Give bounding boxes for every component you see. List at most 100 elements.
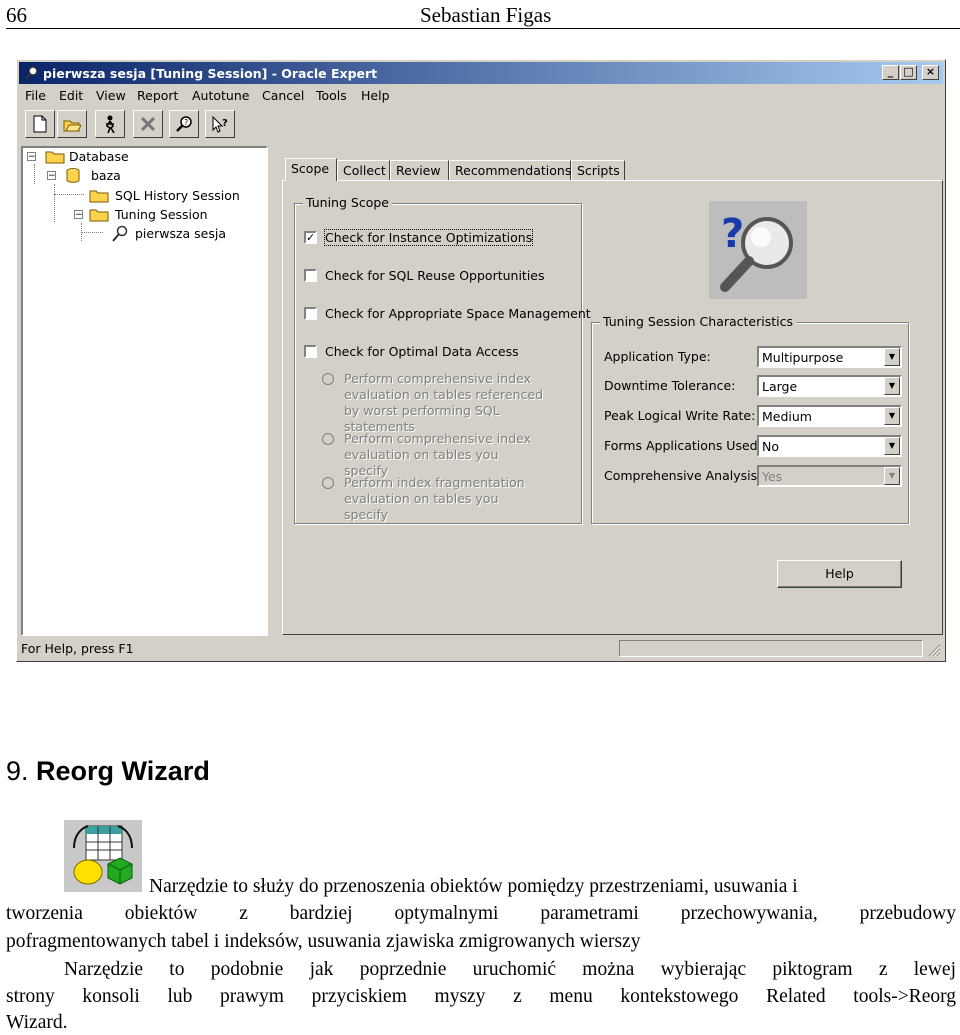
select-value: Yes — [762, 469, 783, 484]
reorg-wizard-icon — [64, 820, 142, 892]
database-icon — [66, 168, 80, 183]
body-line-6: Wizard. — [6, 1012, 68, 1033]
radio-label: Perform comprehensive index evaluation o… — [344, 431, 532, 478]
run-icon — [105, 115, 115, 133]
open-button[interactable] — [57, 110, 87, 138]
tab-collect[interactable]: Collect — [337, 160, 390, 180]
peak-write-rate-select[interactable]: Medium ▼ — [757, 405, 902, 427]
find-icon: ? — [176, 116, 192, 132]
context-help-icon: ? — [212, 115, 228, 133]
tree-item-sql-history[interactable]: SQL History Session — [89, 187, 269, 205]
tree-item-database[interactable]: − Database — [25, 148, 225, 166]
magnifier-icon: ? — [709, 201, 807, 299]
menu-view[interactable]: View — [96, 88, 126, 103]
menu-cancel[interactable]: Cancel — [262, 88, 304, 103]
page-number: 66 — [6, 3, 27, 27]
check-instance-optimizations[interactable]: ✓ Check for Instance Optimizations — [304, 229, 574, 247]
folder-icon — [89, 209, 109, 222]
radio-icon[interactable] — [322, 373, 334, 385]
scope-panel: Tuning Scope ✓ Check for Instance Optimi… — [282, 180, 943, 635]
object-tree[interactable]: − Database − baza SQL History Session − … — [21, 146, 268, 636]
tree-label: baza — [91, 168, 121, 183]
new-icon — [33, 115, 47, 133]
checkbox-icon[interactable] — [304, 307, 317, 320]
status-bar: For Help, press F1 — [19, 639, 943, 659]
run-button[interactable] — [95, 110, 125, 138]
select-value: Multipurpose — [762, 350, 844, 365]
folder-icon — [45, 151, 65, 164]
title-bar: pierwsza sesja [Tuning Session] - Oracle… — [19, 62, 943, 84]
tree-item-tuning-session[interactable]: − Tuning Session — [72, 206, 262, 224]
tree-label: pierwsza sesja — [135, 226, 227, 241]
delete-button[interactable] — [133, 110, 163, 138]
resize-grip-icon[interactable] — [927, 643, 941, 657]
status-text: For Help, press F1 — [21, 641, 134, 656]
window-title: pierwsza sesja [Tuning Session] - Oracle… — [43, 66, 378, 81]
checkbox-icon[interactable] — [304, 345, 317, 358]
find-button[interactable]: ? — [169, 110, 199, 138]
minimize-button[interactable]: _ — [882, 65, 899, 80]
checkbox-checked-icon[interactable]: ✓ — [304, 231, 317, 244]
menu-autotune[interactable]: Autotune — [192, 88, 249, 103]
chevron-down-icon: ▼ — [884, 467, 900, 485]
body-line-2: tworzenia obiektów z bardziej optymalnym… — [6, 903, 956, 924]
radio-index-fragmentation[interactable]: Perform index fragmentation evaluation o… — [322, 475, 572, 522]
chevron-down-icon[interactable]: ▼ — [884, 407, 900, 425]
tab-scope[interactable]: Scope — [285, 158, 337, 181]
menu-file[interactable]: File — [25, 88, 46, 103]
menu-help[interactable]: Help — [361, 88, 390, 103]
collapse-icon[interactable]: − — [47, 171, 56, 181]
collapse-icon[interactable]: − — [27, 152, 36, 162]
tab-scripts[interactable]: Scripts — [571, 160, 625, 180]
radio-icon[interactable] — [322, 433, 334, 445]
app-magnifier-icon — [25, 66, 38, 80]
check-space-management[interactable]: Check for Appropriate Space Management — [304, 305, 591, 323]
characteristics-title: Tuning Session Characteristics — [600, 314, 797, 329]
page-author: Sebastian Figas — [420, 3, 552, 27]
context-help-button[interactable]: ? — [205, 110, 235, 138]
maximize-button[interactable]: □ — [900, 65, 917, 80]
page-header: 66 Sebastian Figas — [6, 2, 960, 29]
check-sql-reuse[interactable]: Check for SQL Reuse Opportunities — [304, 267, 574, 285]
delete-icon — [140, 116, 156, 132]
help-button[interactable]: Help — [777, 560, 902, 588]
comprehensive-analysis-select: Yes ▼ — [757, 465, 902, 487]
tree-item-baza[interactable]: − baza — [45, 167, 245, 185]
checkbox-icon[interactable] — [304, 269, 317, 282]
checkbox-label: Check for SQL Reuse Opportunities — [325, 268, 545, 283]
section-heading: 9. Reorg Wizard — [6, 756, 210, 787]
radio-icon[interactable] — [322, 477, 334, 489]
check-optimal-data-access[interactable]: Check for Optimal Data Access — [304, 343, 574, 361]
svg-text:?: ? — [222, 118, 228, 129]
menu-report[interactable]: Report — [137, 88, 178, 103]
folder-icon — [89, 190, 109, 203]
tree-item-pierwsza-sesja[interactable]: pierwsza sesja — [111, 225, 261, 243]
status-panel — [619, 640, 923, 657]
magnifier-icon — [112, 225, 128, 242]
chevron-down-icon[interactable]: ▼ — [884, 437, 900, 455]
menu-tools[interactable]: Tools — [316, 88, 347, 103]
checkbox-label: Check for Instance Optimizations — [323, 229, 534, 246]
radio-label: Perform index fragmentation evaluation o… — [344, 475, 525, 522]
chevron-down-icon[interactable]: ▼ — [884, 348, 900, 366]
select-value: Medium — [762, 409, 812, 424]
application-type-select[interactable]: Multipurpose ▼ — [757, 346, 902, 368]
close-button[interactable]: × — [922, 65, 939, 80]
tab-recommendations[interactable]: Recommendations — [449, 160, 571, 180]
radio-worst-sql[interactable]: Perform comprehensive index evaluation o… — [322, 371, 572, 434]
application-type-row: Application Type: Multipurpose ▼ — [604, 346, 904, 368]
body-line-5: strony konsoli lub prawym przyciskiem my… — [6, 986, 956, 1007]
downtime-tolerance-select[interactable]: Large ▼ — [757, 375, 902, 397]
menu-edit[interactable]: Edit — [59, 88, 83, 103]
tuning-scope-group: Tuning Scope ✓ Check for Instance Optimi… — [294, 195, 591, 524]
field-label: Application Type: — [604, 349, 711, 364]
tab-review[interactable]: Review — [390, 160, 449, 180]
characteristics-group: Tuning Session Characteristics Applicati… — [591, 314, 909, 524]
chevron-down-icon[interactable]: ▼ — [884, 377, 900, 395]
forms-applications-select[interactable]: No ▼ — [757, 435, 902, 457]
collapse-icon[interactable]: − — [74, 210, 83, 220]
new-button[interactable] — [25, 110, 55, 138]
select-value: No — [762, 439, 779, 454]
radio-tables-you-specify[interactable]: Perform comprehensive index evaluation o… — [322, 431, 572, 478]
svg-text:?: ? — [184, 118, 188, 127]
